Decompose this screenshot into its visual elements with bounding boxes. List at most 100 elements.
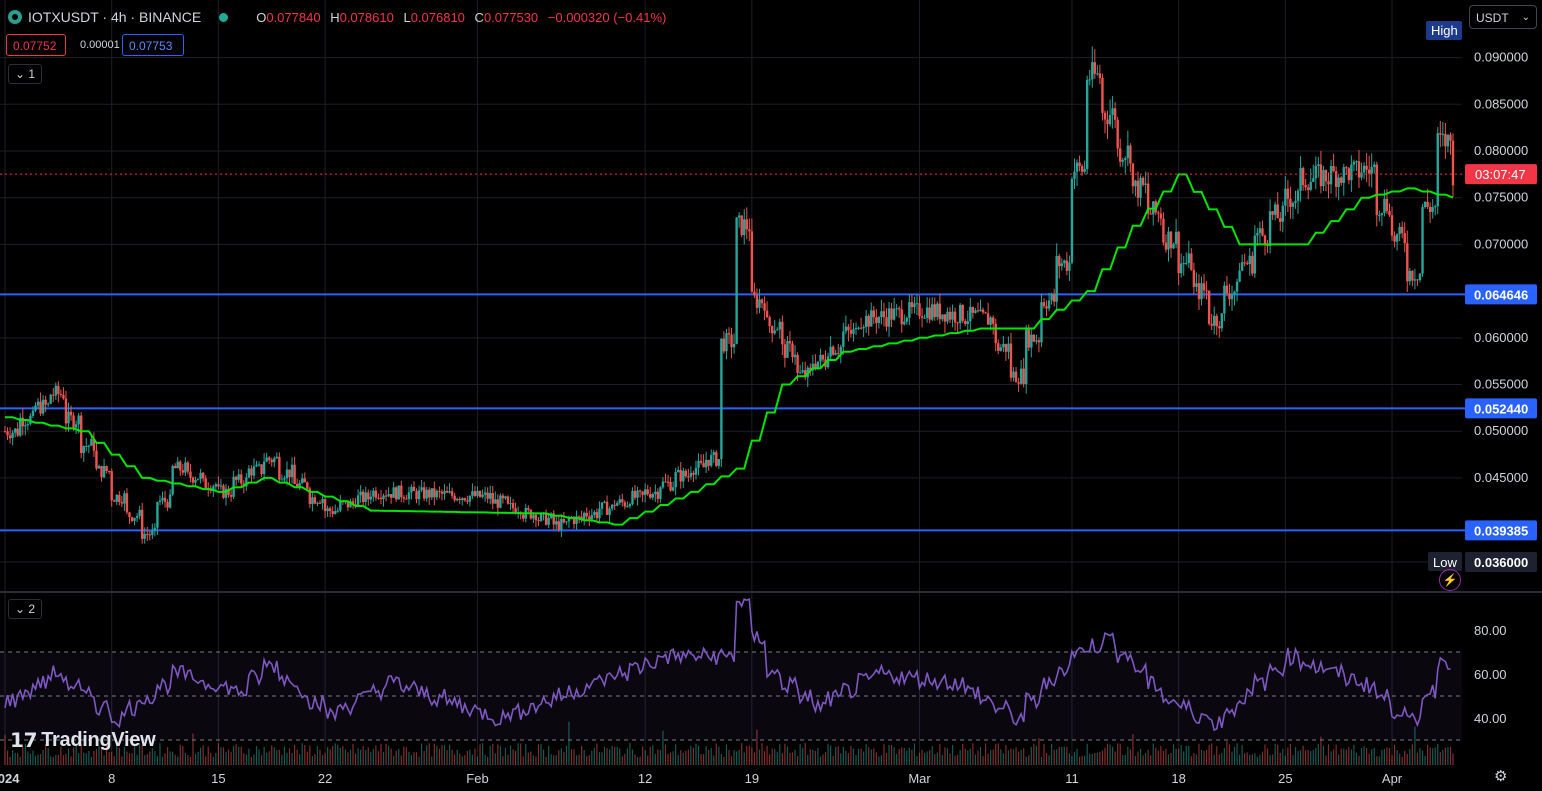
candle-body (1200, 283, 1203, 300)
candle-body (16, 428, 19, 436)
volume-bar (154, 751, 156, 765)
volume-bar (1233, 746, 1236, 765)
volume-bar (108, 751, 110, 765)
candle-body (445, 491, 449, 493)
volume-bar (344, 749, 347, 765)
volume-bar (652, 745, 654, 765)
volume-bar (415, 752, 418, 765)
volume-bar (476, 756, 479, 765)
volume-bar (1167, 754, 1170, 765)
volume-bar (802, 747, 804, 765)
candle-body (1218, 326, 1221, 329)
volume-bar (1322, 745, 1325, 765)
candle-body (410, 486, 413, 493)
volume-bar (715, 743, 717, 765)
candle-body (737, 215, 741, 218)
volume-bar (738, 749, 740, 765)
candle-body (910, 302, 914, 308)
volume-bar (626, 748, 628, 765)
candle-body (1157, 212, 1160, 214)
candle-body (621, 499, 624, 503)
volume-bar (890, 745, 893, 765)
candle-body (773, 330, 776, 334)
candle-body (1190, 253, 1193, 270)
symbol-title[interactable]: IOTXUSDT · 4h · BINANCE (28, 9, 201, 25)
candle-body (1235, 281, 1239, 292)
candle-body (186, 462, 190, 472)
volume-bar (809, 749, 811, 765)
volume-bar (1449, 746, 1452, 765)
candle-body (986, 313, 990, 325)
candle-body (361, 491, 365, 502)
volume-bar (946, 748, 949, 765)
candle-body (966, 321, 969, 324)
buy-price-button[interactable]: 0.07753 (122, 34, 184, 56)
volume-bar (1012, 749, 1015, 765)
volume-bar (1251, 754, 1253, 765)
volume-bar (758, 749, 761, 765)
candle-body (113, 500, 116, 502)
candle-body (562, 519, 566, 523)
candle-body (1060, 263, 1063, 267)
volume-bar (725, 744, 728, 765)
candle-body (316, 502, 319, 504)
candle-body (52, 394, 55, 396)
candle-body (595, 512, 599, 519)
volume-bar (1358, 755, 1360, 765)
candle-body (834, 353, 837, 355)
candle-body (638, 490, 642, 492)
settings-gear-icon[interactable]: ⚙ (1494, 767, 1507, 785)
candle-body (1238, 270, 1241, 282)
price-chart[interactable]: 0.090000 0.085000 0.080000 0.075000 0.070000… (0, 0, 1542, 791)
candle-body (224, 488, 228, 498)
symbol-logo-icon (8, 10, 22, 24)
candle-body (1004, 343, 1008, 352)
volume-bar (1261, 751, 1264, 765)
candle-body (854, 327, 858, 330)
volume-bar (354, 753, 357, 765)
volume-bar (974, 754, 977, 765)
volume-bar (1180, 745, 1182, 765)
volume-bar (375, 745, 377, 765)
candle-body (1116, 119, 1119, 149)
volume-bar (1429, 747, 1431, 765)
main-pane-toggle[interactable]: ⌄ 1 (8, 64, 43, 84)
candle-body (641, 491, 644, 495)
volume-bar (197, 751, 199, 765)
volume-bar (248, 748, 250, 765)
candle-body (857, 327, 860, 329)
candle-body (1220, 313, 1224, 329)
volume-bar (337, 744, 339, 765)
volume-bar (1200, 749, 1203, 765)
volume-bar (311, 756, 313, 765)
candle-body (1233, 291, 1236, 295)
candle-body (105, 465, 108, 472)
volume-bar (509, 745, 512, 765)
volume-bar (560, 748, 562, 765)
volume-bar (294, 744, 296, 765)
alert-bolt-icon[interactable]: ⚡ (1439, 569, 1461, 591)
candle-body (496, 499, 500, 508)
currency-select[interactable]: USDT ⌄ (1469, 5, 1537, 29)
candle-body (54, 385, 58, 396)
candle-body (920, 316, 924, 318)
volume-bar (1178, 748, 1180, 765)
volume-bar (230, 752, 232, 765)
volume-bar (791, 752, 794, 765)
tradingview-logo[interactable]: 𝟭𝟳 TradingView (10, 728, 156, 753)
candle-body (471, 491, 474, 496)
price-tick-label: 0.045000 (1474, 470, 1528, 485)
volume-bar (885, 752, 888, 765)
sell-price-button[interactable]: 0.07752 (6, 34, 66, 56)
volume-bar (1000, 749, 1002, 765)
candle-body (722, 338, 726, 352)
rsi-pane-toggle[interactable]: ⌄ 2 (8, 599, 43, 619)
volume-bar (718, 746, 720, 765)
volume-bar (979, 746, 982, 765)
candle-body (750, 231, 754, 292)
candle-body (1380, 212, 1384, 216)
volume-bar (550, 754, 552, 765)
volume-bar (1287, 747, 1289, 765)
volume-bar (217, 743, 219, 765)
volume-bar (929, 750, 931, 765)
